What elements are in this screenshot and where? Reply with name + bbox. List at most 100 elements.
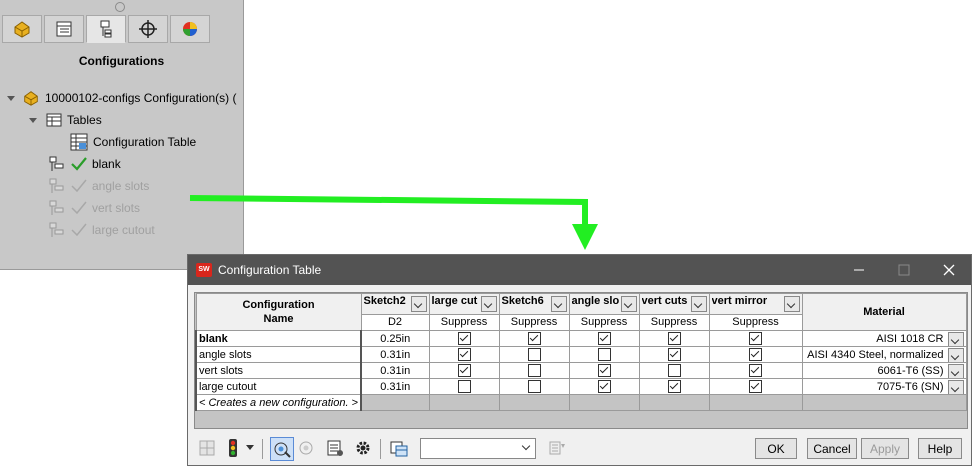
close-button[interactable]	[926, 255, 971, 285]
column-dropdown-icon[interactable]	[783, 296, 800, 313]
table-row[interactable]: angle slots 0.31in AISI 4340 Steel, normal…	[195, 346, 967, 363]
material-cell[interactable]: AISI 4340 Steel, normalized	[801, 346, 967, 363]
save-view-button[interactable]	[546, 437, 568, 459]
configuration-manager-tab[interactable]	[86, 15, 126, 43]
suppress-checkbox[interactable]	[749, 332, 762, 345]
config-item-vert-slots[interactable]: vert slots	[48, 198, 140, 218]
column-header-large-cut[interactable]: large cut	[428, 293, 500, 315]
config-item-large-cutout[interactable]: large cutout	[48, 220, 155, 240]
property-manager-tab[interactable]	[44, 15, 84, 43]
suppress-cell[interactable]	[638, 330, 710, 347]
column-dropdown-icon[interactable]	[410, 296, 427, 313]
suppress-checkbox[interactable]	[667, 364, 681, 377]
saved-view-select[interactable]	[420, 438, 536, 459]
maximize-button[interactable]	[881, 255, 926, 285]
config-name-cell[interactable]: large cutout	[195, 378, 362, 395]
material-dropdown-icon[interactable]	[947, 364, 964, 378]
d2-value-cell[interactable]: 0.31in	[360, 346, 430, 363]
suppress-cell[interactable]	[638, 378, 710, 395]
config-name-cell[interactable]: vert slots	[195, 362, 362, 379]
table-row[interactable]: blank 0.25in AISI 1018 CR	[195, 330, 967, 347]
suppress-checkbox[interactable]	[667, 332, 681, 345]
column-dropdown-icon[interactable]	[620, 296, 637, 313]
saved-views-button[interactable]	[388, 437, 410, 459]
apply-button[interactable]: Apply	[861, 438, 909, 459]
config-name-cell[interactable]: angle slots	[195, 346, 362, 363]
material-cell[interactable]: 7075-T6 (SN)	[801, 378, 967, 395]
suppress-cell[interactable]	[498, 330, 570, 347]
material-dropdown-icon[interactable]	[947, 380, 964, 394]
suppress-cell[interactable]	[638, 362, 710, 379]
suppress-checkbox[interactable]	[597, 348, 611, 361]
minimize-button[interactable]	[836, 255, 881, 285]
table-row[interactable]: large cutout 0.31in 7075-T6 (SN)	[195, 378, 967, 395]
cancel-button[interactable]: Cancel	[807, 438, 857, 459]
d2-value-cell[interactable]: 0.25in	[360, 330, 430, 347]
traffic-light-dropdown[interactable]	[244, 437, 256, 459]
show-features-button[interactable]	[270, 437, 294, 461]
suppress-checkbox[interactable]	[749, 380, 762, 393]
suppress-checkbox[interactable]	[667, 380, 681, 393]
suppress-checkbox[interactable]	[527, 380, 541, 393]
column-header-angle-slo[interactable]: angle slo	[568, 293, 640, 315]
suppress-checkbox[interactable]	[457, 348, 471, 361]
tree-tables[interactable]: Tables	[28, 110, 102, 130]
suppress-checkbox[interactable]	[667, 348, 681, 361]
suppress-cell[interactable]	[708, 330, 803, 347]
material-cell[interactable]: AISI 1018 CR	[801, 330, 967, 347]
suppress-checkbox[interactable]	[597, 332, 611, 345]
suppress-checkbox[interactable]	[597, 380, 611, 393]
suppress-cell[interactable]	[428, 346, 500, 363]
traffic-light-button[interactable]	[222, 437, 244, 459]
column-dropdown-icon[interactable]	[550, 296, 567, 313]
suppress-cell[interactable]	[428, 378, 500, 395]
suppress-cell[interactable]	[498, 378, 570, 395]
suppress-checkbox[interactable]	[527, 364, 541, 377]
suppress-cell[interactable]	[708, 362, 803, 379]
suppress-cell[interactable]	[638, 346, 710, 363]
config-item-angle-slots[interactable]: angle slots	[48, 176, 149, 196]
expand-arrow-icon[interactable]	[28, 115, 38, 125]
suppress-checkbox[interactable]	[457, 364, 471, 377]
material-dropdown-icon[interactable]	[947, 332, 964, 346]
dialog-titlebar[interactable]: SW Configuration Table	[188, 255, 971, 285]
dimxpert-tab[interactable]	[128, 15, 168, 43]
suppress-checkbox[interactable]	[457, 332, 471, 345]
new-configuration-row[interactable]: < Creates a new configuration. >	[195, 394, 362, 411]
show-table-button[interactable]	[324, 437, 346, 459]
column-header-vert-cuts[interactable]: vert cuts	[638, 293, 710, 315]
suppress-cell[interactable]	[568, 346, 640, 363]
column-header-vert-mirror[interactable]: vert mirror	[708, 293, 803, 315]
suppress-checkbox[interactable]	[597, 364, 611, 377]
table-row[interactable]: vert slots 0.31in 6061-T6 (SS)	[195, 362, 967, 379]
column-header-sketch6[interactable]: Sketch6	[498, 293, 570, 315]
column-header-sketch2[interactable]: Sketch2	[360, 293, 430, 315]
suppress-checkbox[interactable]	[749, 364, 762, 377]
material-cell[interactable]: 6061-T6 (SS)	[801, 362, 967, 379]
suppress-cell[interactable]	[568, 378, 640, 395]
panel-grip-icon[interactable]	[115, 2, 125, 12]
suppress-cell[interactable]	[428, 362, 500, 379]
suppress-cell[interactable]	[428, 330, 500, 347]
suppress-cell[interactable]	[568, 362, 640, 379]
material-dropdown-icon[interactable]	[947, 348, 964, 362]
suppress-cell[interactable]	[708, 378, 803, 395]
expand-arrow-icon[interactable]	[6, 93, 16, 103]
config-item-blank[interactable]: blank	[48, 154, 121, 174]
d2-value-cell[interactable]: 0.31in	[360, 362, 430, 379]
column-dropdown-icon[interactable]	[480, 296, 497, 313]
tree-configuration-table[interactable]: Configuration Table	[70, 132, 196, 152]
show-hidden-button[interactable]	[296, 437, 318, 459]
d2-value-cell[interactable]: 0.31in	[360, 378, 430, 395]
tree-root[interactable]: 10000102-configs Configuration(s) (	[6, 88, 236, 108]
help-button[interactable]: Help	[918, 438, 962, 459]
column-dropdown-icon[interactable]	[690, 296, 707, 313]
config-name-cell[interactable]: blank	[195, 330, 362, 347]
suppress-cell[interactable]	[498, 362, 570, 379]
suppress-checkbox[interactable]	[527, 348, 541, 361]
display-manager-tab[interactable]	[170, 15, 210, 43]
suppress-checkbox[interactable]	[749, 348, 762, 361]
suppress-cell[interactable]	[498, 346, 570, 363]
settings-button[interactable]	[352, 437, 374, 459]
suppress-cell[interactable]	[708, 346, 803, 363]
